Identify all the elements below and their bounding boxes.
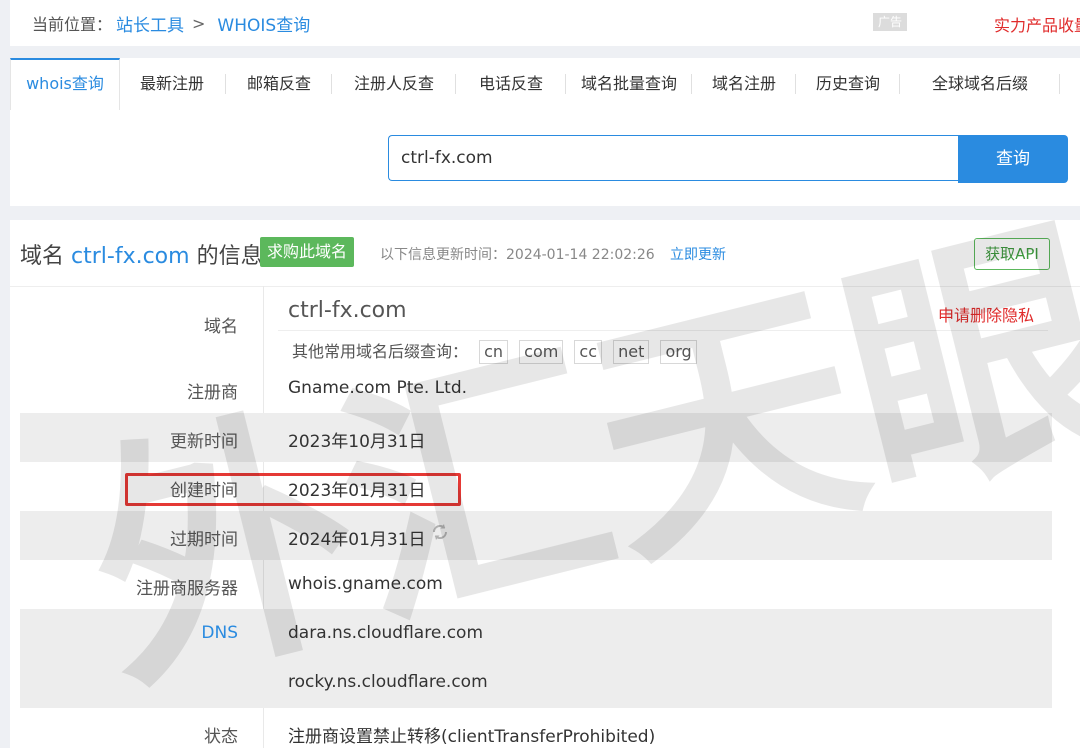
- annotation-highlight-box: [125, 473, 461, 506]
- row-value: whois.gname.com: [288, 574, 443, 594]
- suffix-label: 其他常用域名后缀查询：: [292, 342, 469, 361]
- updated-time-text: 以下信息更新时间：2024-01-14 22:02:26: [380, 247, 655, 263]
- suffix-link-org[interactable]: org: [660, 340, 697, 364]
- tab-label: 注册人反查: [353, 74, 434, 93]
- tab-label: 历史查询: [815, 74, 880, 93]
- row-key: DNS: [201, 623, 238, 643]
- dns-row: DNS dara.ns.cloudflare.com rocky.ns.clou…: [20, 609, 1052, 708]
- ad-badge: 广告: [873, 13, 907, 31]
- tab-label: 邮箱反查: [246, 74, 311, 93]
- delete-privacy-link[interactable]: 申请删除隐私: [938, 302, 1034, 326]
- tab-latest-registered[interactable]: 最新注册: [118, 58, 226, 110]
- tab-bar: whois查询 最新注册 邮箱反查 注册人反查 电话反查 域名批量查询 域名注册…: [10, 58, 1080, 111]
- domain-value: ctrl-fx.com: [288, 298, 407, 323]
- row-value: 2023年10月31日: [288, 432, 426, 452]
- tab-divider: [1059, 74, 1060, 94]
- page-title: 域名 ctrl-fx.com 的信息: [20, 238, 263, 270]
- breadcrumb-link-tools[interactable]: 站长工具: [116, 11, 184, 36]
- tab-label: 电话反查: [478, 74, 543, 93]
- domain-search-input[interactable]: [388, 135, 958, 181]
- search-button[interactable]: 查询: [958, 135, 1068, 183]
- breadcrumb-label: 当前位置：: [32, 15, 113, 34]
- title-prefix: 域名: [20, 244, 65, 269]
- tab-domain-register[interactable]: 域名注册: [692, 58, 796, 110]
- updated-date-row: 更新时间 2023年10月31日: [20, 413, 1052, 462]
- tab-registrant-reverse[interactable]: 注册人反查: [332, 58, 456, 110]
- suffix-link-cn[interactable]: cn: [479, 340, 509, 364]
- dns-server-1: dara.ns.cloudflare.com: [288, 623, 484, 643]
- buy-domain-button[interactable]: 求购此域名: [260, 237, 355, 267]
- refresh-now-link[interactable]: 立即更新: [670, 244, 726, 264]
- registrar-row: 注册商 Gname.com Pte. Ltd.: [20, 364, 1052, 413]
- row-value: 2024年01月31日: [288, 530, 426, 550]
- expiry-date-row: 过期时间 2024年01月31日: [20, 511, 1052, 560]
- whois-server-row: 注册商服务器 whois.gname.com: [20, 560, 1052, 609]
- status-row: 状态 注册商设置禁止转移(clientTransferProhibited): [20, 708, 1052, 748]
- tab-bulk-query[interactable]: 域名批量查询: [566, 58, 692, 110]
- panel-header: 域名 ctrl-fx.com 的信息 求购此域名 以下信息更新时间：2024-0…: [10, 220, 1080, 287]
- suffix-link-com[interactable]: com: [519, 340, 564, 364]
- dns-server-2: rocky.ns.cloudflare.com: [288, 672, 488, 692]
- suffix-link-net[interactable]: net: [613, 340, 650, 364]
- row-key: 过期时间: [170, 530, 238, 550]
- breadcrumb-separator: >: [192, 13, 206, 33]
- tab-history[interactable]: 历史查询: [796, 58, 900, 110]
- breadcrumb: 当前位置： 站长工具 > WHOIS查询 广告 实力产品收量: [10, 0, 1080, 46]
- row-key: 注册商服务器: [136, 579, 238, 599]
- row-key: 注册商: [187, 383, 238, 403]
- suffix-query-line: 其他常用域名后缀查询： cn com cc net org: [292, 338, 697, 364]
- row-key: 状态: [204, 727, 238, 747]
- tab-label: 域名注册: [711, 74, 776, 93]
- tab-email-reverse[interactable]: 邮箱反查: [226, 58, 332, 110]
- title-domain: ctrl-fx.com: [71, 244, 190, 269]
- divider: [278, 330, 1048, 331]
- tab-phone-reverse[interactable]: 电话反查: [456, 58, 566, 110]
- row-value: Gname.com Pte. Ltd.: [288, 378, 468, 398]
- suffix-link-cc[interactable]: cc: [574, 340, 602, 364]
- title-suffix: 的信息: [196, 244, 263, 269]
- get-api-button[interactable]: 获取API: [974, 238, 1050, 270]
- row-key: 域名: [204, 317, 238, 337]
- tab-label: 最新注册: [139, 74, 204, 93]
- sync-icon[interactable]: [430, 522, 450, 542]
- tab-label: 全球域名后缀: [931, 74, 1028, 93]
- tab-label: 域名批量查询: [580, 74, 677, 93]
- search-area: 查询: [10, 110, 1080, 206]
- breadcrumb-link-whois[interactable]: WHOIS查询: [217, 11, 310, 36]
- row-key: 更新时间: [170, 432, 238, 452]
- row-value: 注册商设置禁止转移(clientTransferProhibited): [288, 727, 656, 747]
- tab-whois[interactable]: whois查询: [10, 58, 120, 111]
- promo-link[interactable]: 实力产品收量: [994, 12, 1080, 36]
- tab-global-suffixes[interactable]: 全球域名后缀: [900, 58, 1060, 110]
